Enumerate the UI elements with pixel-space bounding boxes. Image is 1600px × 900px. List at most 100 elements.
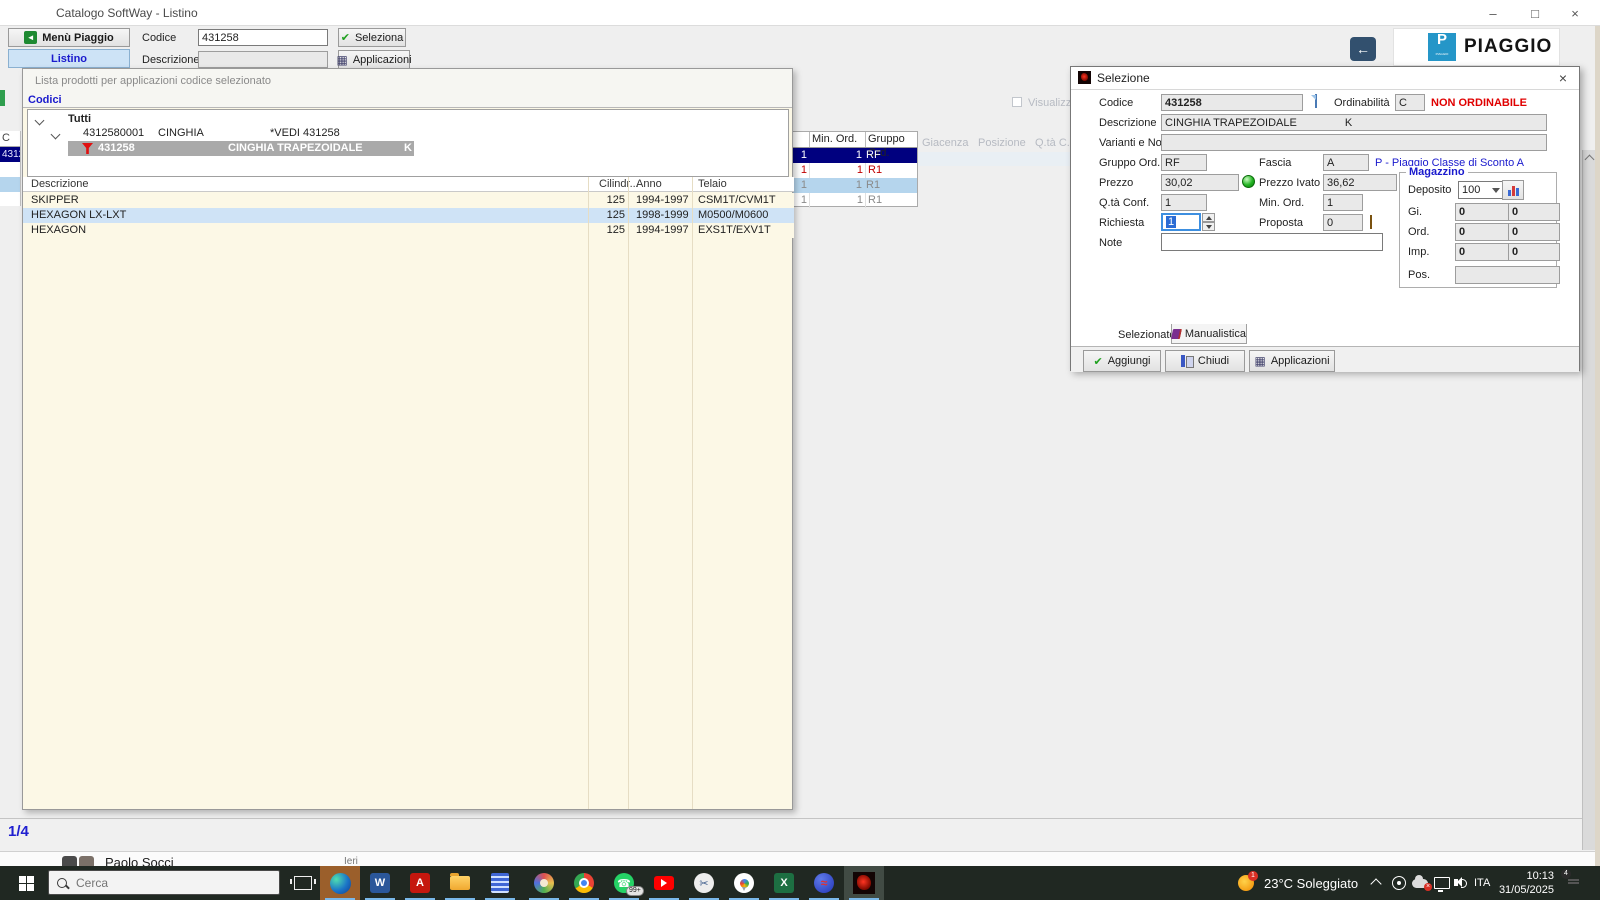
document-icon[interactable] — [1315, 94, 1317, 108]
dlg-codice-field[interactable]: 431258 — [1161, 94, 1303, 111]
taskbar-acrobat[interactable] — [400, 866, 440, 900]
taskbar-whatsapp[interactable]: 99+ — [604, 866, 644, 900]
taskbar-bluedoc-app[interactable] — [480, 866, 520, 900]
taskbar-paint[interactable] — [524, 866, 564, 900]
maximize-button[interactable] — [1520, 3, 1550, 23]
dlg-descrizione-field[interactable]: CINGHIA TRAPEZOIDALE K — [1161, 114, 1547, 131]
aggiungi-button[interactable]: Aggiungi — [1083, 350, 1161, 372]
tab-manualistica[interactable]: Manualistica — [1170, 324, 1247, 344]
order-box-icon[interactable] — [1370, 215, 1372, 229]
tree-root-label[interactable]: Tutti — [68, 113, 91, 125]
taskbar-maps[interactable] — [724, 866, 764, 900]
varianti-field[interactable] — [1161, 134, 1547, 151]
taskbar-chrome[interactable] — [564, 866, 604, 900]
speaker-icon[interactable] — [1454, 879, 1467, 888]
table-row[interactable]: SKIPPER 125 1994-1997 CSM1T/CVM1T — [23, 193, 794, 208]
taskbar-search[interactable] — [48, 870, 280, 895]
start-button[interactable] — [8, 866, 44, 900]
proposta-label: Proposta — [1259, 217, 1304, 229]
gruppo-field[interactable]: RF — [1161, 154, 1207, 171]
taskbar-snipping[interactable] — [684, 866, 724, 900]
taskbar-explorer[interactable] — [440, 866, 480, 900]
bg-grid-row[interactable]: 1 1 R1 — [784, 178, 917, 193]
prezzo-ivato-field[interactable]: 36,62 — [1323, 174, 1397, 191]
menu-piaggio-button[interactable]: ◄ Menù Piaggio — [8, 28, 130, 47]
bg-faint-row — [918, 152, 1070, 166]
tray-chevron-icon[interactable] — [1370, 878, 1382, 890]
vertical-scrollbar[interactable] — [1582, 150, 1595, 850]
tab-selezionato[interactable]: Selezionato — [1118, 329, 1176, 341]
task-view-button[interactable] — [286, 866, 320, 900]
tree-child-code[interactable]: 4312580001 — [83, 127, 144, 139]
deposito-select[interactable]: 100 — [1458, 181, 1504, 199]
dlg-codice-label: Codice — [1099, 97, 1134, 109]
record-icon[interactable] — [1392, 876, 1406, 890]
close-button[interactable] — [1560, 3, 1590, 23]
minimize-button[interactable] — [1478, 3, 1508, 23]
scroll-up-icon[interactable] — [1584, 154, 1595, 165]
qta-field[interactable]: 1 — [1161, 194, 1207, 211]
note-input[interactable] — [1161, 233, 1383, 251]
table-row-selected[interactable]: HEXAGON LX-LXT 125 1998-1999 M0500/M0600 — [23, 208, 794, 223]
imp-field-1[interactable]: 0 — [1455, 243, 1511, 261]
taskbar-edge[interactable] — [320, 866, 360, 900]
chevron-down-icon — [34, 115, 45, 126]
contact-name[interactable]: Paolo Socci — [105, 855, 174, 866]
stock-chart-button[interactable] — [1502, 180, 1524, 200]
col-header-anno[interactable]: Anno — [636, 178, 662, 190]
dialog-close-icon[interactable] — [1559, 70, 1567, 86]
tab-listino[interactable]: Listino — [8, 49, 130, 68]
language-indicator[interactable]: ITA — [1474, 877, 1490, 889]
tree-selected-row[interactable]: 431258 CINGHIA TRAPEZOIDALE K — [68, 141, 414, 156]
back-button[interactable]: ← — [1350, 37, 1376, 61]
ord-field-2[interactable]: 0 — [1508, 223, 1560, 241]
chiudi-button[interactable]: Chiudi — [1165, 350, 1245, 372]
weather-icon[interactable]: 1 — [1238, 871, 1258, 891]
descrizione-input[interactable] — [198, 51, 328, 68]
applicazioni-toolbar-button[interactable]: Applicazioni — [338, 50, 412, 69]
col-header-telaio[interactable]: Telaio — [698, 178, 727, 190]
clock[interactable]: 10:13 31/05/2025 — [1498, 869, 1554, 897]
richiesta-input[interactable]: 1 — [1161, 213, 1201, 231]
spinner-down-icon[interactable] — [1202, 222, 1215, 231]
table-row[interactable]: HEXAGON 125 1994-1997 EXS1T/EXV1T — [23, 223, 794, 238]
pos-field[interactable] — [1455, 266, 1560, 284]
prezzo-value: 30,02 — [1165, 176, 1193, 189]
spinner-up-icon[interactable] — [1202, 213, 1215, 222]
imp-field-2[interactable]: 0 — [1508, 243, 1560, 261]
min-ord-field[interactable]: 1 — [1323, 194, 1363, 211]
bg-grid-row[interactable]: 1 1 R1 — [784, 163, 917, 178]
col-header-descrizione[interactable]: Descrizione — [31, 178, 88, 190]
dlg-applicazioni-button[interactable]: Applicazioni — [1249, 350, 1335, 372]
weather-text[interactable]: 23°C Soleggiato — [1264, 876, 1358, 891]
bg-grid-row-selected[interactable]: 1 1 RF — [784, 148, 917, 163]
dialog-titlebar[interactable]: Selezione — [1071, 67, 1579, 90]
proposta-field[interactable]: 0 — [1323, 214, 1363, 231]
tree-root-expander[interactable] — [34, 115, 45, 127]
bg-col-qta: Q.tà C. — [1035, 137, 1070, 149]
tree-child-expander[interactable] — [50, 129, 61, 141]
network-icon[interactable] — [1434, 877, 1450, 892]
taskbar-blueround-app[interactable] — [804, 866, 844, 900]
codice-input[interactable]: 431258 — [198, 29, 328, 46]
col-header-cilindrata[interactable]: Cilindr... — [599, 178, 639, 190]
seleziona-button[interactable]: Seleziona — [338, 28, 406, 47]
taskbar-softway-active[interactable] — [844, 866, 884, 900]
taskbar-word[interactable] — [360, 866, 400, 900]
filter-icon — [82, 143, 93, 154]
gi-field-1[interactable]: 0 — [1455, 203, 1511, 221]
fascia-field[interactable]: A — [1323, 154, 1369, 171]
prezzo-field[interactable]: 30,02 — [1161, 174, 1239, 191]
folder-icon — [450, 873, 470, 890]
taskbar-excel[interactable] — [764, 866, 804, 900]
gi-field-2[interactable]: 0 — [1508, 203, 1560, 221]
exit-door-icon — [1180, 355, 1194, 368]
search-input[interactable] — [74, 874, 248, 891]
ordinabilita-field[interactable]: C — [1395, 94, 1425, 111]
taskbar-youtube[interactable] — [644, 866, 684, 900]
value: 0 — [1512, 226, 1519, 238]
onedrive-cloud-icon[interactable] — [1412, 875, 1432, 891]
richiesta-spinner[interactable] — [1202, 213, 1215, 231]
bg-grid-row[interactable]: 1 1 R1 — [784, 193, 917, 208]
ord-field-1[interactable]: 0 — [1455, 223, 1511, 241]
